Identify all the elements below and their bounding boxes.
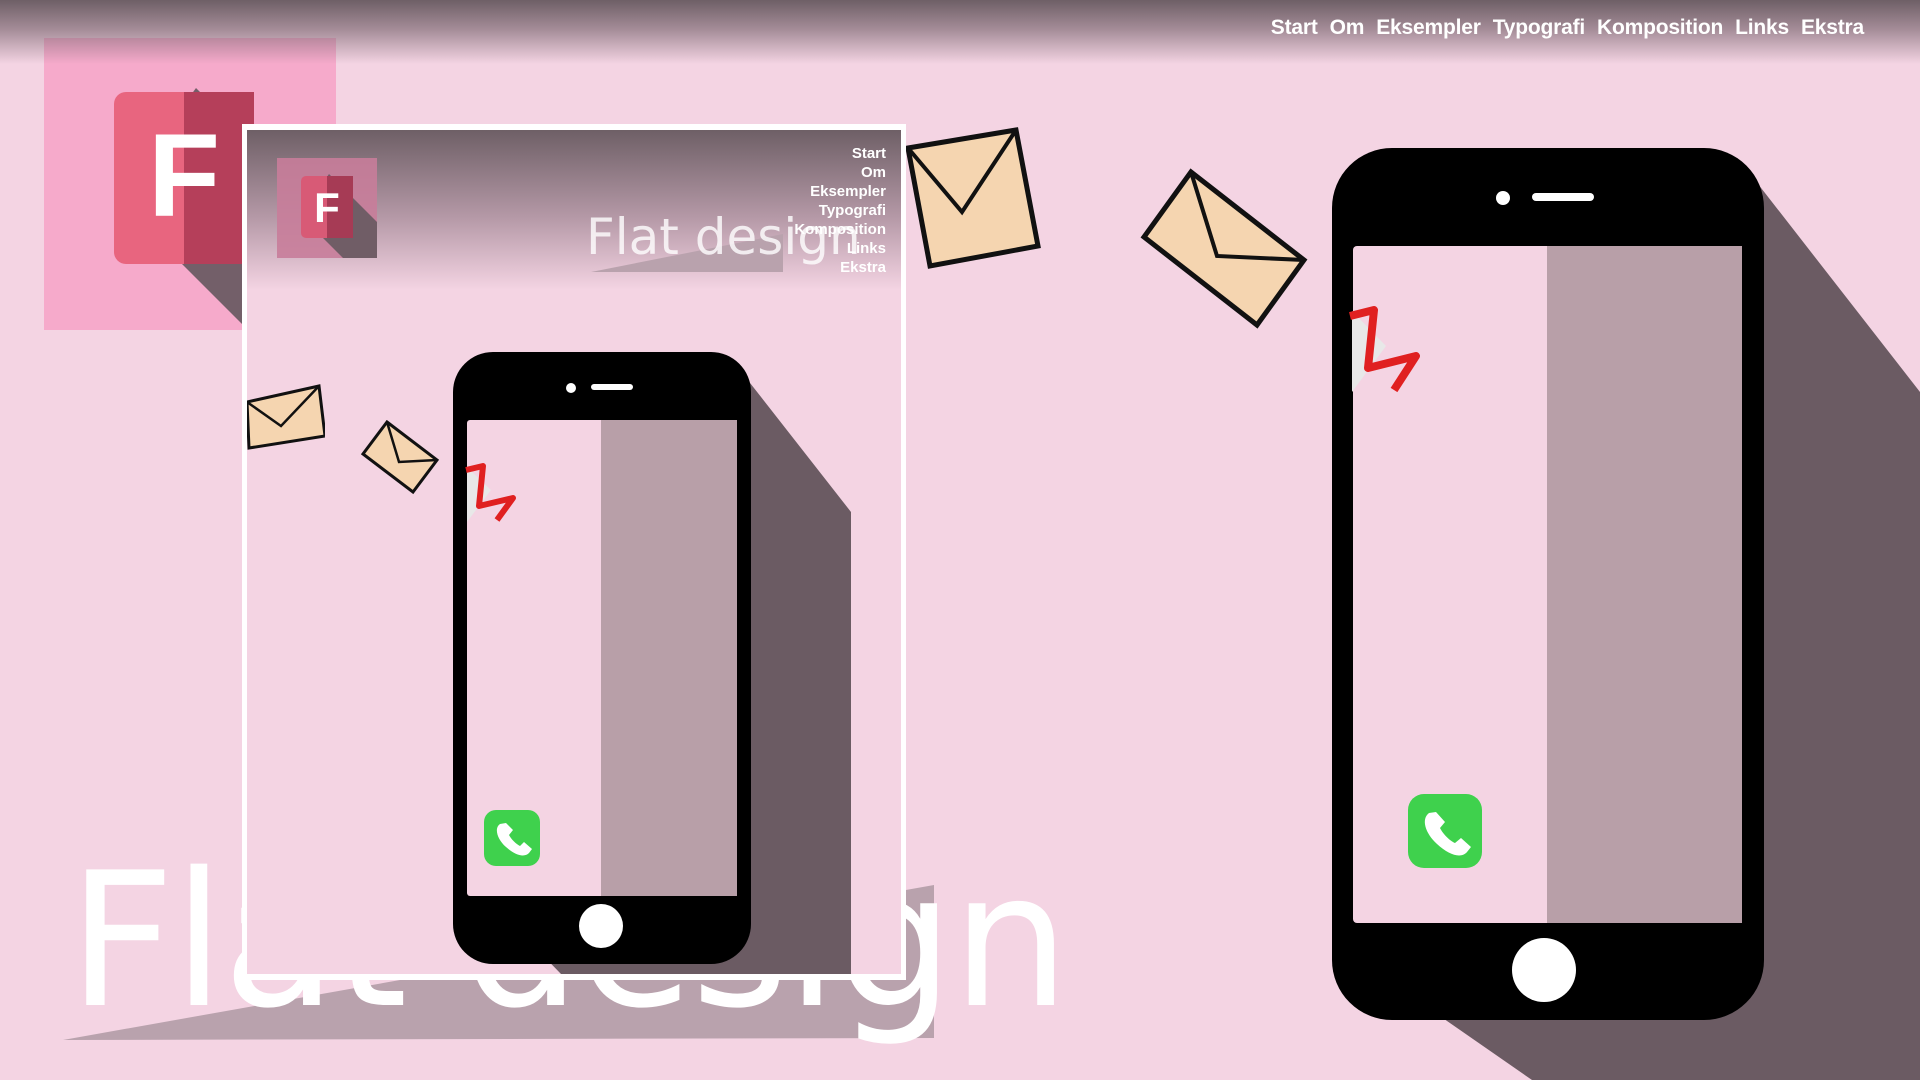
nav-item-ekstra[interactable]: Ekstra [1801, 16, 1864, 40]
nav-item-om[interactable]: Om [1330, 16, 1365, 40]
smartphone-icon [1332, 148, 1920, 1080]
nav-item-typografi[interactable]: Typografi [1493, 16, 1586, 40]
preview-navigation: Start Om Eksempler Typografi Komposition… [794, 144, 886, 277]
preview-nav-item-ekstra[interactable]: Ekstra [840, 258, 886, 277]
smartphone-icon [453, 352, 851, 974]
nav-item-eksempler[interactable]: Eksempler [1376, 16, 1481, 40]
page-preview: F Flat design Start Om Eksempler Typogra… [247, 130, 901, 974]
phone-call-icon [484, 810, 540, 866]
envelope-icon [247, 384, 325, 450]
envelope-icon [361, 420, 440, 495]
preview-nav-item-typografi[interactable]: Typografi [819, 201, 886, 220]
nav-item-start[interactable]: Start [1271, 16, 1318, 40]
envelope-icon [905, 127, 1041, 269]
preview-nav-item-eksempler[interactable]: Eksempler [810, 182, 886, 201]
svg-text:F: F [148, 110, 220, 242]
preview-nav-item-om[interactable]: Om [861, 163, 886, 182]
preview-nav-item-links[interactable]: Links [847, 239, 886, 258]
main-navigation: Start Om Eksempler Typografi Komposition… [1271, 16, 1864, 40]
phone-call-icon [1408, 794, 1482, 868]
envelope-icon [1140, 168, 1308, 329]
preview-nav-item-start[interactable]: Start [852, 144, 886, 163]
flat-design-page: Flat design F Start Om Eksempler Typogra… [0, 0, 1920, 1080]
nav-item-komposition[interactable]: Komposition [1597, 16, 1723, 40]
preview-nav-item-komposition[interactable]: Komposition [794, 220, 886, 239]
nav-item-links[interactable]: Links [1735, 16, 1789, 40]
